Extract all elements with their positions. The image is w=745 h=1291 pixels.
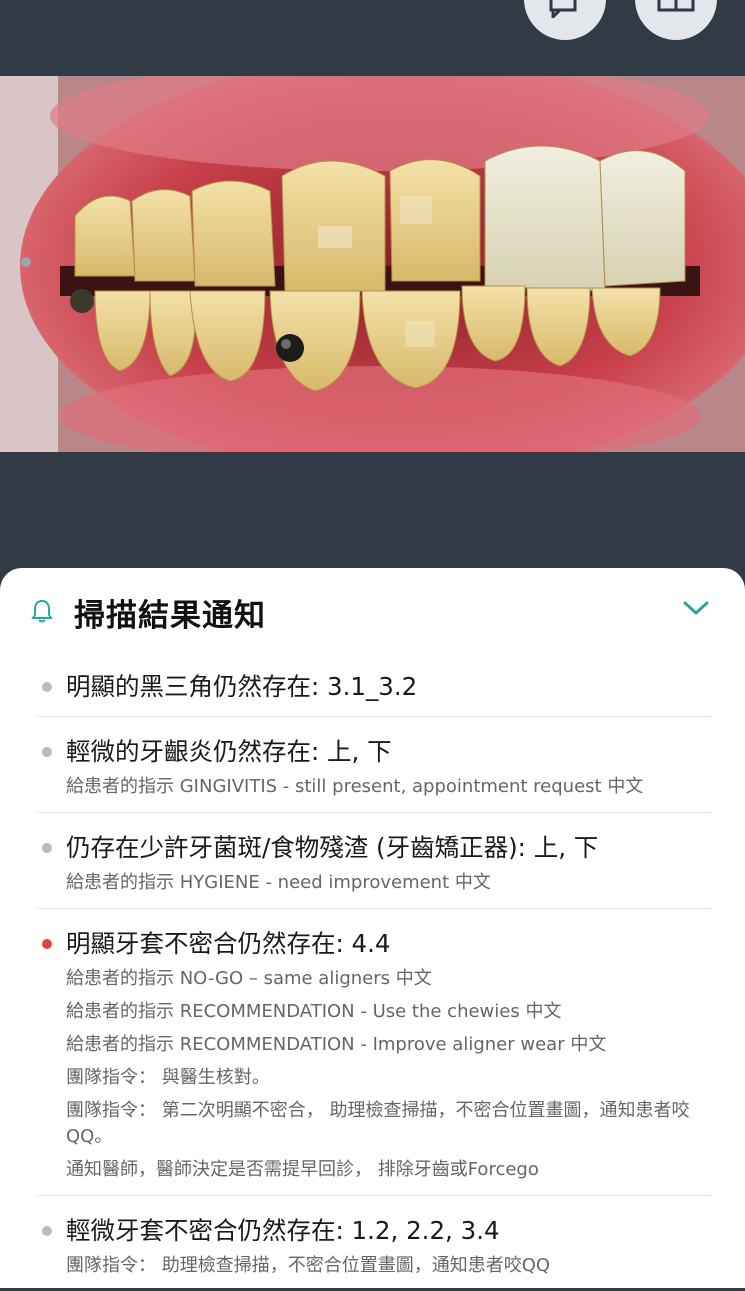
finding-item[interactable]: 明顯牙套不密合仍然存在: 4.4 給患者的指示 NO-GO – same ali…	[36, 909, 711, 1196]
dental-scan-photo	[0, 76, 745, 452]
finding-item[interactable]: 明顯的黑三角仍然存在: 3.1_3.2	[36, 652, 711, 717]
status-dot	[42, 747, 52, 757]
finding-note: 團隊指令： 與醫生核對。	[66, 1067, 270, 1088]
status-dot	[42, 1226, 52, 1236]
finding-item[interactable]: 輕微的牙齦炎仍然存在: 上, 下 給患者的指示 GINGIVITIS - sti…	[36, 717, 711, 813]
chat-button[interactable]	[524, 0, 606, 40]
panel-title: 掃描結果通知	[74, 598, 266, 634]
scan-results-panel: 掃描結果通知 明顯的黑三角仍然存在: 3.1_3.2 輕微的牙齦炎仍然存在: 上…	[0, 568, 745, 1288]
finding-title: 仍存在少許牙菌斑/食物殘渣 (牙齒矯正器): 上, 下	[66, 833, 599, 862]
panel-header[interactable]: 掃描結果通知	[0, 568, 745, 652]
status-dot	[42, 843, 52, 853]
finding-note: 給患者的指示 GINGIVITIS - still present, appoi…	[66, 776, 644, 797]
findings-list: 明顯的黑三角仍然存在: 3.1_3.2 輕微的牙齦炎仍然存在: 上, 下 給患者…	[36, 652, 711, 1291]
finding-note: 給患者的指示 RECOMMENDATION - Improve aligner …	[66, 1034, 607, 1055]
gallery-button[interactable]	[635, 0, 717, 40]
chevron-down-icon[interactable]	[682, 599, 710, 617]
finding-note: 給患者的指示 RECOMMENDATION - Use the chewies …	[66, 1001, 562, 1022]
chat-icon	[549, 0, 577, 18]
gallery-icon	[657, 0, 695, 12]
finding-note: 團隊指令： 第二次明顯不密合， 助理檢查掃描，不密合位置畫圖，通知患者咬QQ。	[66, 1100, 690, 1147]
finding-note: 團隊指令： 助理檢查掃描，不密合位置畫圖，通知患者咬QQ	[66, 1255, 551, 1276]
finding-title: 輕微的牙齦炎仍然存在: 上, 下	[66, 737, 392, 766]
finding-item[interactable]: 輕微牙套不密合仍然存在: 1.2, 2.2, 3.4 團隊指令： 助理檢查掃描，…	[36, 1196, 711, 1291]
finding-title: 輕微牙套不密合仍然存在: 1.2, 2.2, 3.4	[66, 1216, 500, 1245]
bell-icon	[31, 599, 53, 623]
finding-title: 明顯牙套不密合仍然存在: 4.4	[66, 929, 391, 958]
finding-title: 明顯的黑三角仍然存在: 3.1_3.2	[66, 672, 418, 701]
finding-note: 通知醫師，醫師決定是否需提早回診， 排除牙齒或Forcego	[66, 1159, 539, 1180]
finding-note: 給患者的指示 HYGIENE - need improvement 中文	[66, 872, 491, 893]
top-bar	[0, 0, 745, 76]
status-dot	[42, 682, 52, 692]
finding-note: 給患者的指示 NO-GO – same aligners 中文	[66, 968, 432, 989]
alert-status-dot	[42, 939, 52, 949]
finding-item[interactable]: 仍存在少許牙菌斑/食物殘渣 (牙齒矯正器): 上, 下 給患者的指示 HYGIE…	[36, 813, 711, 909]
